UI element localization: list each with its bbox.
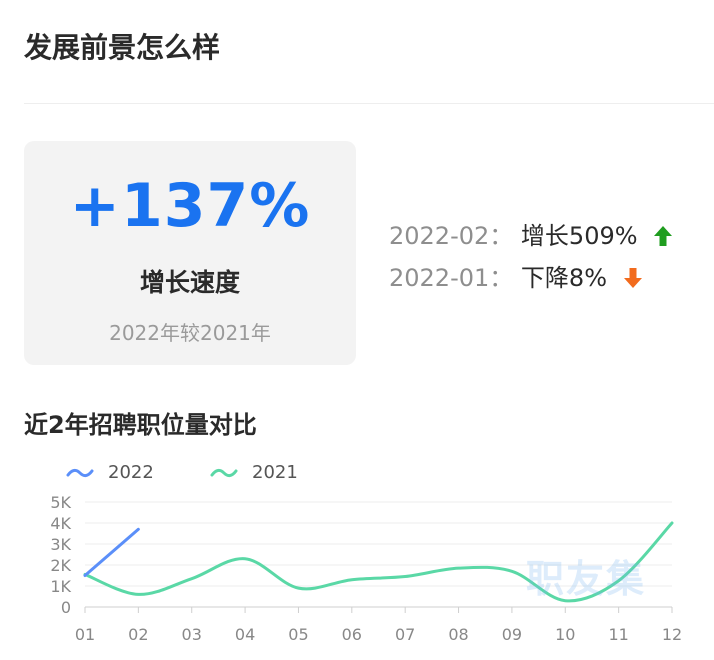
series-line-2022 [83, 527, 140, 577]
x-tick-label: 07 [395, 625, 415, 644]
x-tick-label: 08 [448, 625, 468, 644]
y-tick-label: 4K [50, 514, 71, 533]
growth-label: 增长速度 [139, 268, 240, 297]
x-tick-label: 03 [182, 625, 202, 644]
x-tick-label: 04 [235, 625, 255, 644]
wave-icon [66, 468, 94, 478]
y-tick-label: 3K [50, 535, 71, 554]
x-tick-label: 02 [128, 625, 148, 644]
y-tick-label: 2K [50, 556, 71, 575]
growth-stat-card: +137% 增长速度 2022年较2021年 [24, 141, 356, 365]
y-tick-label: 1K [50, 577, 71, 596]
x-tick-label: 10 [555, 625, 575, 644]
watermark-logo: 职友集 [526, 557, 647, 601]
x-tick-label: 05 [288, 625, 308, 644]
month-change-text: 增长509% [520, 222, 638, 250]
chart-section-title: 近2年招聘职位量对比 [24, 411, 257, 439]
growth-comparison: 2022年较2021年 [109, 321, 271, 345]
growth-value: +137% [69, 171, 311, 241]
arrow-up-icon [654, 226, 673, 246]
page-title: 发展前景怎么样 [24, 31, 221, 64]
x-tick-label: 06 [342, 625, 362, 644]
x-tick-label: 09 [502, 625, 522, 644]
monthly-change-row: 2022-02： 增长509% [389, 216, 673, 251]
month-date: 2022-01： [389, 264, 514, 292]
x-tick-label: 01 [75, 625, 95, 644]
wave-icon [210, 468, 238, 478]
monthly-change-row: 2022-01： 下降8% [389, 258, 643, 293]
x-tick-label: 12 [662, 625, 682, 644]
divider [24, 103, 714, 104]
x-tick-label: 11 [608, 625, 628, 644]
arrow-down-icon [623, 268, 642, 288]
month-change-text: 下降8% [520, 264, 607, 292]
month-date: 2022-02： [389, 222, 514, 250]
y-tick-label: 0 [61, 598, 71, 617]
y-tick-label: 5K [50, 493, 71, 512]
